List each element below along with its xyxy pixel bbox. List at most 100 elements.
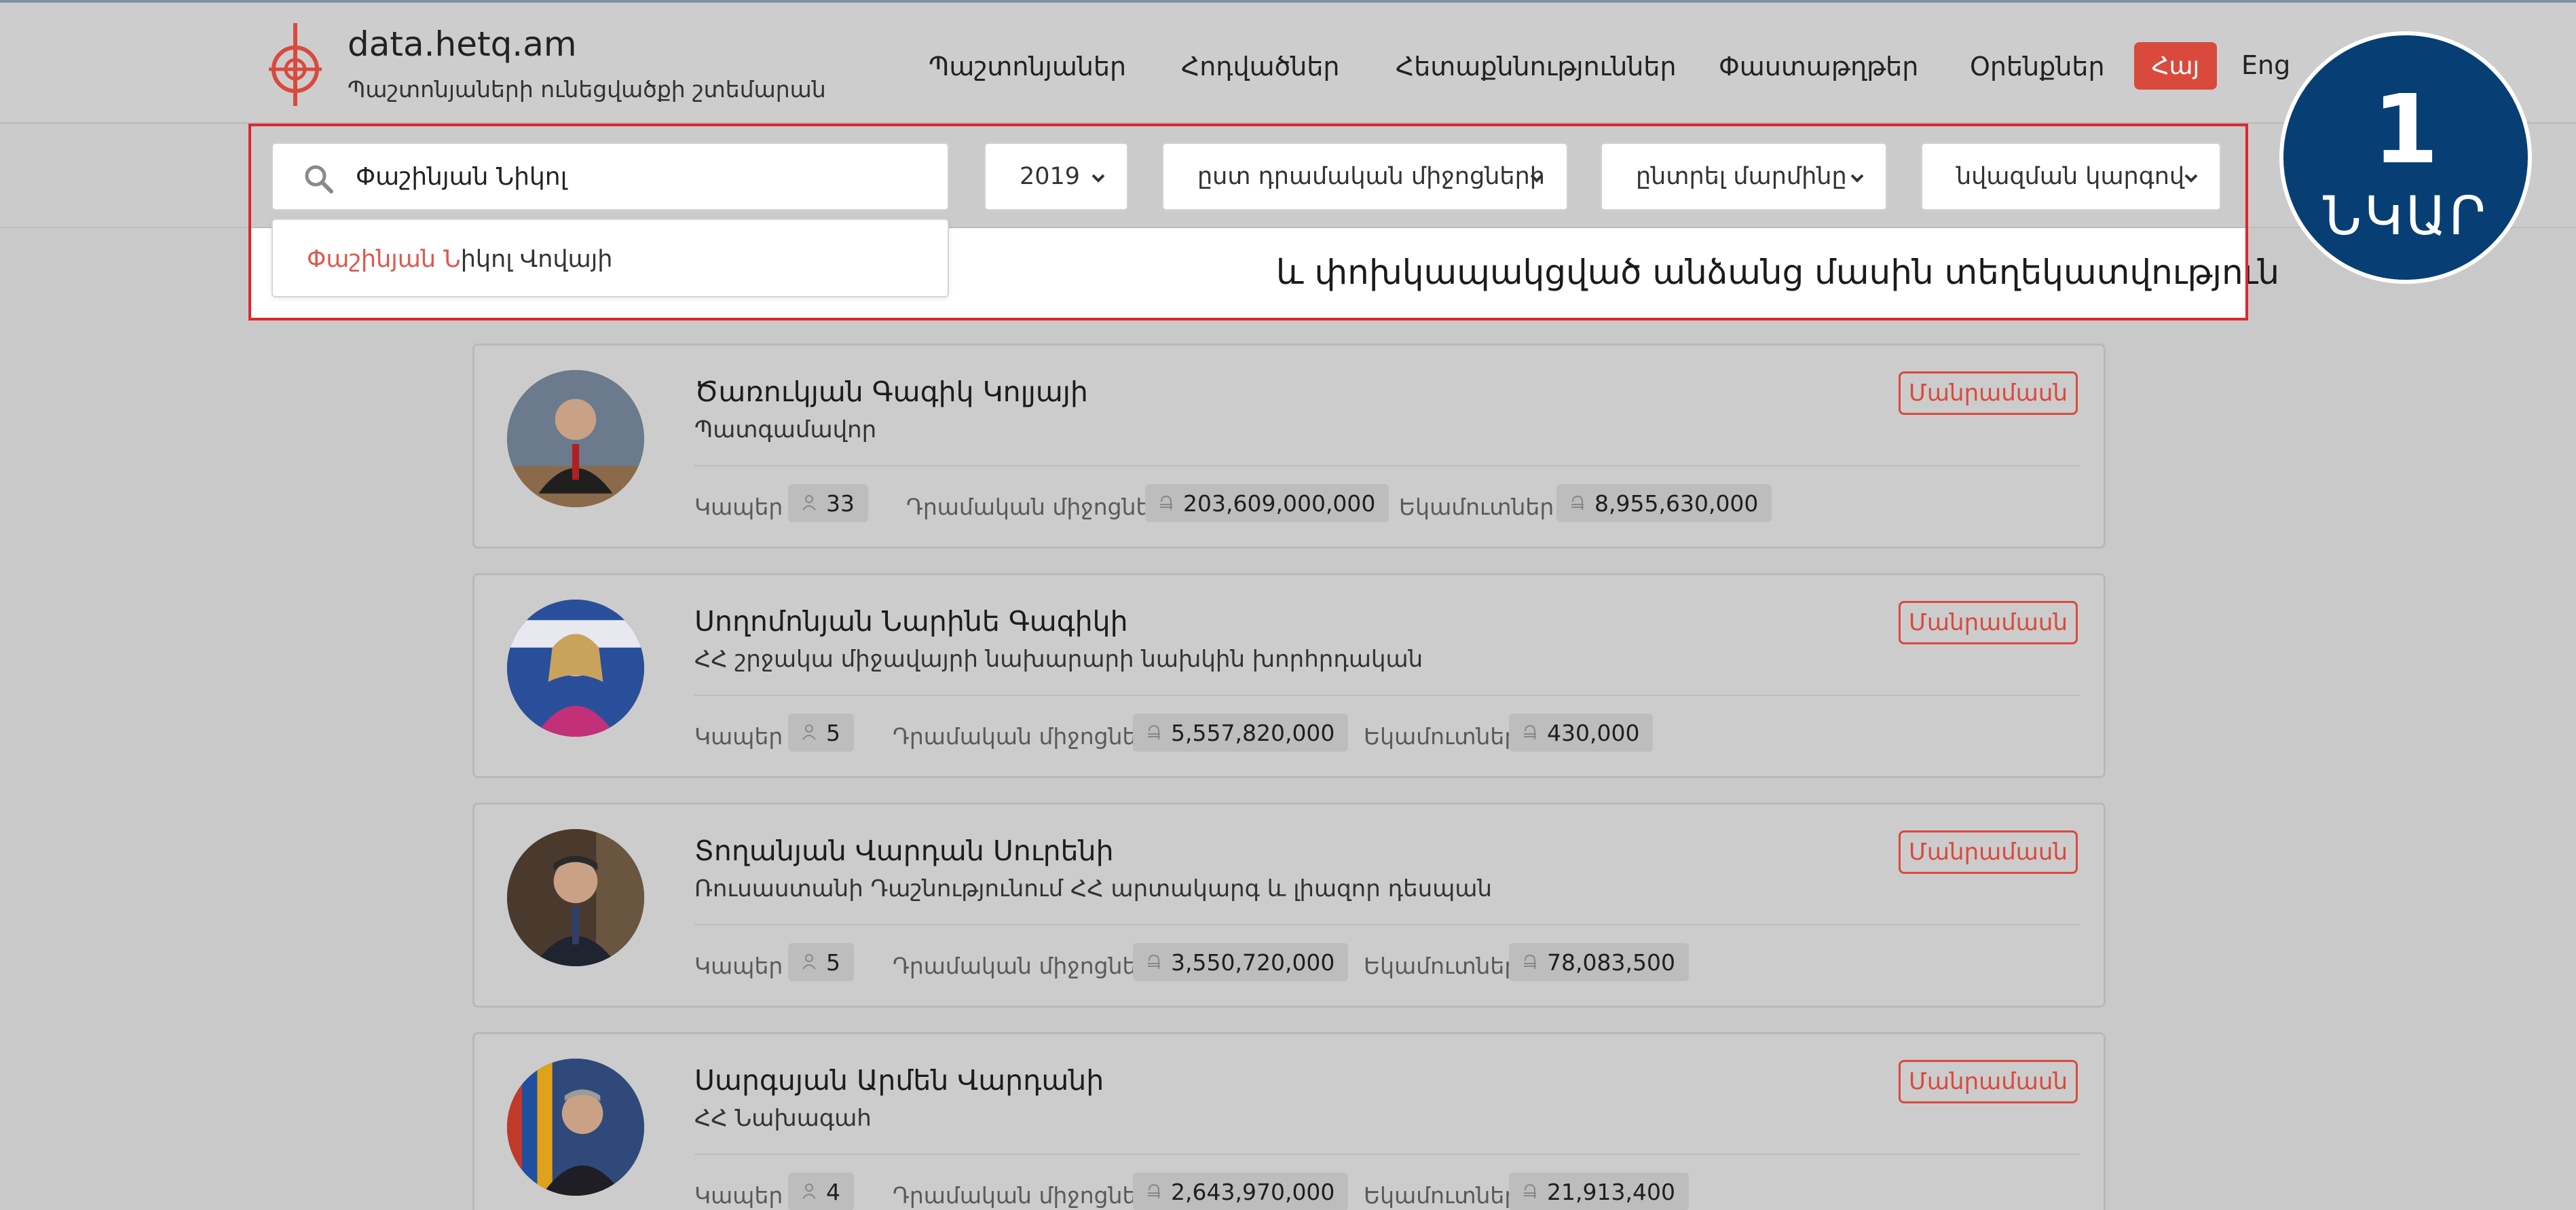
cash-value: 203,609,000,000 — [1183, 490, 1376, 517]
nav-articles[interactable]: Հոդվածներ — [1181, 52, 1340, 81]
details-button[interactable]: Մանրամասն — [1899, 601, 2078, 644]
income-value: 78,083,500 — [1547, 949, 1675, 976]
chevron-down-icon — [1091, 174, 1105, 183]
person-card: Սողոմոնյան Նարինե Գագիկի ՀՀ շրջակա միջավ… — [472, 573, 2106, 778]
income-chip: 78,083,500 — [1509, 943, 1689, 981]
income-value: 21,913,400 — [1547, 1178, 1675, 1205]
person-position: ՀՀ Նախագահ — [694, 1105, 872, 1132]
year-select[interactable]: 2019 — [984, 143, 1128, 210]
cash-label: Դրամական միջոցներ — [893, 1182, 1151, 1209]
dram-icon — [1148, 725, 1160, 739]
user-icon — [802, 725, 816, 740]
cash-label: Դրամական միջոցներ — [906, 494, 1165, 520]
connections-chip: 5 — [788, 714, 854, 752]
search-suggestions: Փաշինյան Նիկոլ Վովայի — [272, 219, 949, 297]
nav-officials[interactable]: Պաշտոնյաներ — [929, 52, 1126, 81]
section-title: և փոխկապակցված անձանց մասին տեղեկատվությ… — [1276, 253, 2280, 292]
connections-chip: 5 — [788, 943, 854, 981]
avatar[interactable] — [507, 370, 644, 507]
connections-value: 5 — [826, 719, 840, 746]
person-position: Ռուսաստանի Դաշնությունում ՀՀ արտակարգ և … — [694, 875, 1493, 902]
details-button[interactable]: Մանրամասն — [1899, 1060, 2078, 1103]
connections-value: 4 — [826, 1178, 840, 1205]
cash-label: Դրամական միջոցներ — [893, 953, 1151, 979]
income-chip: 430,000 — [1509, 714, 1654, 752]
cash-chip: 203,609,000,000 — [1145, 484, 1389, 522]
income-value: 430,000 — [1547, 719, 1640, 746]
suggestion-rest: իկոլ Վովայի — [460, 246, 613, 273]
income-label: Եկամուտներ — [1364, 1182, 1519, 1209]
user-icon — [802, 495, 816, 511]
search-input[interactable] — [356, 158, 926, 196]
dram-icon — [1160, 495, 1172, 510]
body-select[interactable]: ընտրել մարմինը — [1601, 143, 1887, 210]
avatar[interactable] — [507, 1059, 644, 1196]
dram-icon — [1148, 1184, 1160, 1198]
connections-chip: 4 — [788, 1173, 854, 1210]
divider — [694, 924, 2080, 925]
connections-value: 33 — [826, 490, 855, 517]
connections-label: Կապեր — [694, 723, 783, 750]
person-card: Ծառուկյան Գագիկ Կոլյայի Պատգամավոր Մանրա… — [472, 344, 2106, 549]
badge-number: 1 — [2372, 75, 2439, 185]
dram-icon — [1148, 954, 1160, 969]
cash-chip: 3,550,720,000 — [1133, 943, 1349, 981]
cash-chip: 5,557,820,000 — [1133, 714, 1349, 752]
avatar[interactable] — [507, 600, 644, 737]
person-name[interactable]: Ծառուկյան Գագիկ Կոլյայի — [694, 375, 1088, 408]
search-icon — [305, 165, 333, 194]
person-name[interactable]: Սարգսյան Արմեն Վարդանի — [694, 1064, 1104, 1097]
connections-value: 5 — [826, 949, 840, 976]
body-select-value: ընտրել մարմինը — [1636, 163, 1847, 190]
cash-value: 5,557,820,000 — [1171, 719, 1335, 746]
site-subtitle: Պաշտոնյաների ունեցվածքի շտեմարան — [348, 76, 826, 103]
logo-icon[interactable] — [266, 20, 324, 109]
site-header: data.hetq.am Պաշտոնյաների ունեցվածքի շտե… — [0, 3, 2576, 124]
chevron-down-icon — [1530, 174, 1544, 183]
connections-chip: 33 — [788, 484, 868, 522]
income-chip: 21,913,400 — [1509, 1173, 1689, 1210]
lang-hy-button[interactable]: Հայ — [2134, 42, 2217, 90]
site-name[interactable]: data.hetq.am — [348, 24, 577, 64]
cash-value: 3,550,720,000 — [1171, 949, 1335, 976]
nav-laws[interactable]: Օրենքներ — [1970, 52, 2105, 81]
suggestion-item[interactable]: Փաշինյան Նիկոլ Վովայի — [307, 246, 612, 273]
income-value: 8,955,630,000 — [1594, 490, 1759, 517]
chevron-down-icon — [1850, 174, 1864, 183]
order-select-value: նվազման կարգով — [1956, 163, 2185, 190]
search-box[interactable] — [272, 143, 949, 210]
person-name[interactable]: Տողանյան Վարդան Սուրենի — [694, 835, 1114, 867]
cash-value: 2,643,970,000 — [1171, 1178, 1335, 1205]
dram-icon — [1524, 1184, 1536, 1198]
cash-chip: 2,643,970,000 — [1133, 1173, 1349, 1210]
divider — [694, 465, 2080, 466]
person-card: Տողանյան Վարդան Սուրենի Ռուսաստանի Դաշնո… — [472, 803, 2106, 1008]
dram-icon — [1524, 954, 1536, 969]
income-label: Եկամուտներ — [1364, 953, 1519, 979]
divider — [694, 695, 2080, 696]
dram-icon — [1524, 725, 1536, 739]
income-label: Եկամուտներ — [1399, 494, 1554, 520]
avatar[interactable] — [507, 829, 644, 966]
sort-field-select[interactable]: ըստ դրամական միջոցների — [1162, 143, 1568, 210]
sort-field-value: ըստ դրամական միջոցների — [1197, 163, 1545, 190]
income-label: Եկամուտներ — [1364, 723, 1519, 750]
income-chip: 8,955,630,000 — [1556, 484, 1772, 522]
figure-badge: 1 ՆԿԱՐ — [2279, 31, 2532, 284]
details-button[interactable]: Մանրամասն — [1899, 371, 2078, 415]
user-icon — [802, 1184, 816, 1199]
order-select[interactable]: նվազման կարգով — [1921, 143, 2221, 210]
year-select-value: 2019 — [1020, 163, 1081, 190]
person-card: Սարգսյան Արմեն Վարդանի ՀՀ Նախագահ Մանրամ… — [472, 1032, 2106, 1210]
connections-label: Կապեր — [694, 1182, 783, 1209]
person-name[interactable]: Սողոմոնյան Նարինե Գագիկի — [694, 605, 1128, 638]
connections-label: Կապեր — [694, 953, 783, 979]
details-button[interactable]: Մանրամասն — [1899, 830, 2078, 874]
nav-investigations[interactable]: Հետաքննություններ — [1396, 52, 1677, 81]
nav-documents[interactable]: Փաստաթղթեր — [1719, 52, 1918, 81]
connections-label: Կապեր — [694, 494, 783, 520]
suggestion-match: Փաշինյան Ն — [307, 246, 461, 273]
person-position: Պատգամավոր — [694, 416, 877, 443]
badge-word: ՆԿԱՐ — [2323, 186, 2488, 247]
cash-label: Դրամական միջոցներ — [893, 723, 1151, 750]
